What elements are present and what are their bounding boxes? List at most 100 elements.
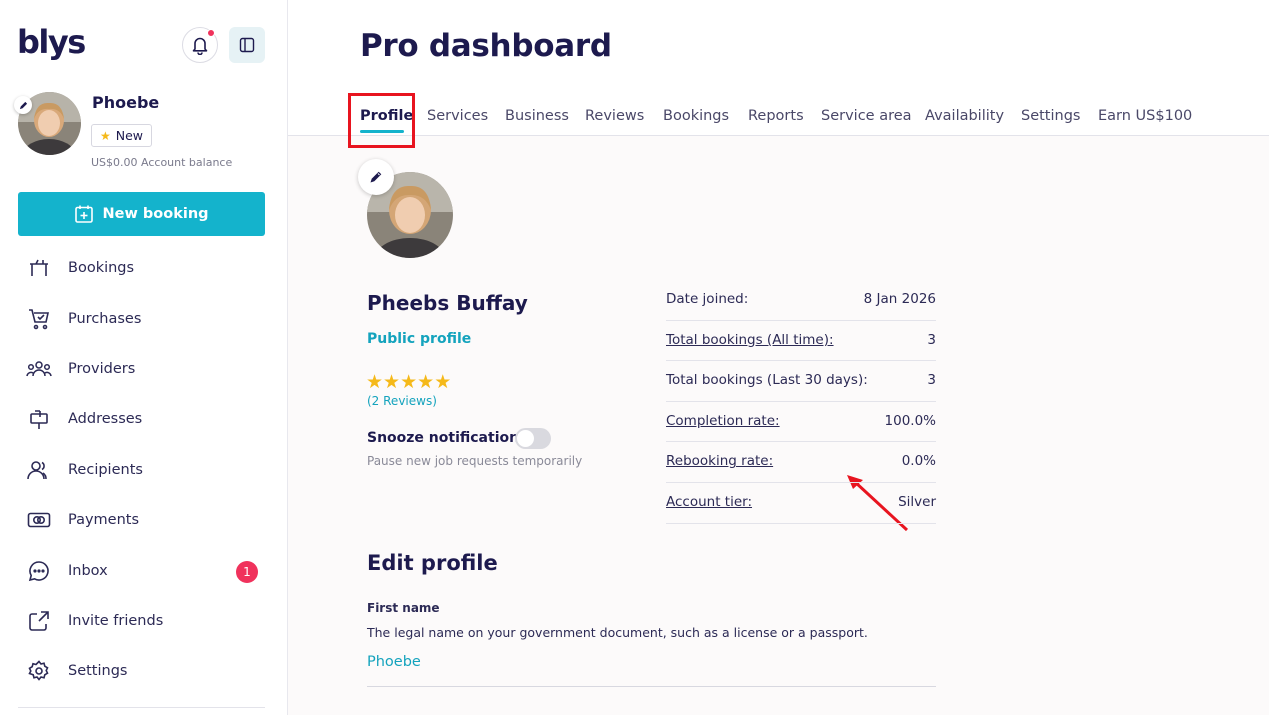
rating-stars: ★★★★★ [366,371,451,393]
sidebar-item-bookings[interactable]: Bookings [0,243,287,293]
blys-logo[interactable]: blys [17,24,86,60]
bell-icon [192,37,208,55]
stat-value: 3 [927,372,936,389]
stat-row: Rebooking rate: 0.0% [666,442,936,483]
tab-availability[interactable]: Availability [925,108,1004,124]
field-divider [367,686,936,687]
mailbox-icon [26,407,52,431]
star-icon: ★ [434,371,452,393]
sidebar-item-settings[interactable]: Settings [0,646,287,696]
sidebar-item-purchases[interactable]: Purchases [0,293,287,343]
stat-label-link[interactable]: Completion rate: [666,413,780,429]
page-title: Pro dashboard [360,28,612,64]
stat-label-link[interactable]: Rebooking rate: [666,453,773,469]
star-icon: ★ [383,371,401,393]
pencil-icon [19,101,27,109]
pro-name: Pheebs Buffay [367,291,528,315]
sidebar-item-label: Settings [68,663,128,680]
sidebar-item-label: Payments [68,512,140,529]
inbox-count-badge: 1 [236,561,258,584]
first-name-field[interactable]: Phoebe [367,654,421,670]
massage-table-icon [26,256,52,280]
new-booking-button[interactable]: New booking [18,192,265,236]
sidebar-item-addresses[interactable]: Addresses [0,394,287,444]
stat-label-link[interactable]: Account tier: [666,494,752,510]
public-profile-link[interactable]: Public profile [367,331,471,347]
stat-row: Completion rate: 100.0% [666,402,936,443]
sidebar-item-label: Providers [68,360,136,377]
stat-label-link[interactable]: Total bookings (All time): [666,332,834,348]
snooze-help-text: Pause new job requests temporarily [367,454,583,468]
tab-earn[interactable]: Earn US$100 [1098,108,1192,124]
sidebar-item-label: Addresses [68,411,143,428]
notifications-button[interactable] [182,27,218,63]
calendar-plus-icon [75,205,94,223]
dashboard-tabs: Profile Services Business Reviews Bookin… [288,92,1269,136]
tab-reviews[interactable]: Reviews [585,108,644,124]
sidebar-item-label: Invite friends [68,612,164,629]
cart-icon [26,307,52,331]
star-icon: ★ [417,371,435,393]
stat-row: Total bookings (All time): 3 [666,321,936,362]
profile-stats: Date joined: 8 Jan 2026 Total bookings (… [666,280,936,524]
tab-business[interactable]: Business [505,108,569,124]
stat-value: 8 Jan 2026 [863,291,936,307]
sidebar-item-label: Purchases [68,310,142,327]
gear-icon [26,659,52,683]
sidebar-item-inbox[interactable]: Inbox 1 [0,545,287,595]
sidebar: blys Phoebe ★ New US$0.00 Account balanc… [0,0,288,715]
stat-row: Date joined: 8 Jan 2026 [666,280,936,321]
stat-row: Total bookings (Last 30 days): 3 [666,361,936,402]
sidebar-toggle-button[interactable] [229,27,265,63]
sidebar-item-label: Bookings [68,260,135,277]
recipients-icon [26,458,52,482]
tab-service-area[interactable]: Service area [821,108,912,124]
reviews-count-link[interactable]: (2 Reviews) [367,394,437,408]
star-icon: ★ [100,128,111,143]
tab-settings[interactable]: Settings [1021,108,1080,124]
edit-profile-heading: Edit profile [367,551,498,575]
sidebar-item-label: Inbox [68,562,108,579]
notification-dot [207,29,215,37]
edit-avatar-button[interactable] [14,96,32,114]
tab-reports[interactable]: Reports [748,108,804,124]
share-icon [26,609,52,633]
status-badge-label: New [115,128,144,143]
user-name: Phoebe [92,93,160,112]
sidebar-panel-icon [239,37,255,53]
sidebar-item-providers[interactable]: Providers [0,344,287,394]
sidebar-item-recipients[interactable]: Recipients [0,445,287,495]
stat-value: 100.0% [884,412,936,429]
star-icon: ★ [400,371,418,393]
stat-value: Silver [898,493,936,510]
sidebar-item-invite-friends[interactable]: Invite friends [0,596,287,646]
new-booking-label: New booking [102,206,209,222]
sidebar-nav: Bookings Purchases Providers Addresses R… [0,243,287,697]
main-content: Pro dashboard Profile Services Business … [288,0,1269,715]
stat-label: Total bookings (Last 30 days): [666,372,868,389]
stat-label: Date joined: [666,291,749,307]
first-name-help: The legal name on your government docume… [367,625,868,640]
toggle-knob [517,430,534,447]
user-status-badge: ★ New [91,124,153,147]
stat-row: Account tier: Silver [666,483,936,524]
tab-bookings[interactable]: Bookings [663,108,729,124]
sidebar-divider [18,707,265,708]
stat-value: 3 [927,331,936,348]
chat-icon [26,559,52,583]
tab-services[interactable]: Services [427,108,488,124]
pencil-icon [370,171,382,183]
highlight-annotation-box [348,93,415,148]
sidebar-item-payments[interactable]: Payments [0,495,287,545]
star-icon: ★ [366,371,384,393]
payments-icon [26,508,52,532]
edit-profile-photo-button[interactable] [358,159,394,195]
sidebar-item-label: Recipients [68,461,143,478]
snooze-notifications-toggle[interactable] [515,428,551,449]
stat-value: 0.0% [901,453,936,470]
first-name-label: First name [367,601,440,615]
snooze-notifications-label: Snooze notifications [367,430,528,446]
providers-icon [26,357,52,381]
account-balance: US$0.00 Account balance [91,156,233,169]
sidebar-avatar[interactable] [14,92,82,156]
